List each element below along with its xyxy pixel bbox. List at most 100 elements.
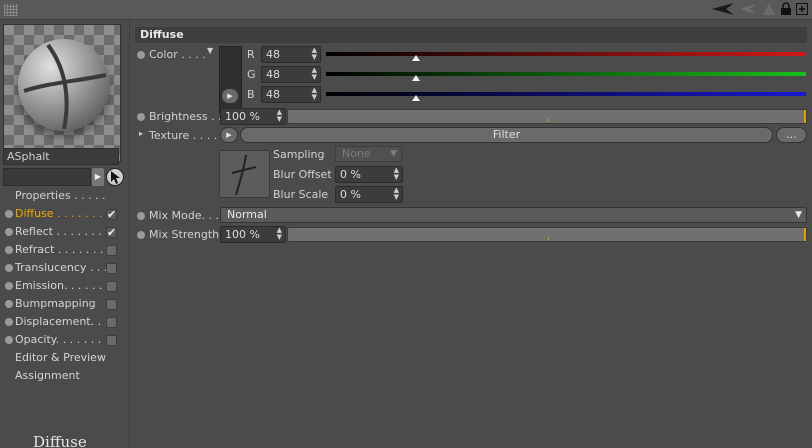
top-toolbar: [0, 0, 812, 20]
toolbar-tools: [712, 2, 808, 16]
color-channel-label: G: [247, 68, 256, 81]
slider-handle-icon[interactable]: [412, 75, 421, 81]
color-channel-value: 48: [266, 88, 280, 101]
mix-mode-label: Mix Mode. . . .: [149, 209, 226, 222]
channel-label: Diffuse . . . . . . . .: [15, 207, 110, 220]
sampling-chevron-down-icon: ▼: [390, 149, 397, 159]
channel-label: Editor & Preview: [15, 351, 106, 364]
channel-checkbox[interactable]: [106, 317, 117, 328]
texture-more-button[interactable]: ...: [776, 127, 807, 143]
texture-thumbnail[interactable]: [219, 150, 270, 198]
sampling-value: None: [342, 147, 371, 160]
texture-filter-button[interactable]: Filter: [240, 127, 773, 143]
add-panel-icon[interactable]: [796, 2, 808, 16]
channel-item[interactable]: Opacity. . . . . . . .: [3, 331, 127, 349]
color-channel-field[interactable]: 48 ▲ ▼: [261, 46, 321, 63]
channel-checkbox[interactable]: [106, 335, 117, 346]
channel-checkbox[interactable]: [106, 299, 117, 310]
search-arrow-button[interactable]: ▶: [92, 168, 104, 186]
channel-item[interactable]: Editor & Preview: [3, 349, 127, 367]
up-arrow-icon[interactable]: [762, 2, 776, 16]
mix-mode-animate-dot[interactable]: [137, 212, 145, 220]
sampling-dropdown[interactable]: None ▼: [335, 146, 402, 162]
mix-mode-chevron-down-icon: ▼: [795, 210, 802, 220]
channel-checkbox[interactable]: [106, 245, 117, 256]
attributes-panel: Diffuse Color . . . . ▼ ▶ R 48 ▲ ▼ G 48 ▲ ▼ B 48 ▲…: [131, 20, 812, 448]
preview-sphere: [18, 39, 110, 131]
material-preview[interactable]: [3, 24, 121, 162]
stepper-arrows-icon[interactable]: ▲ ▼: [312, 47, 317, 61]
stepper-arrows-icon[interactable]: ▲ ▼: [312, 67, 317, 81]
blur-scale-label: Blur Scale: [273, 188, 329, 201]
channel-checkbox[interactable]: [106, 263, 117, 274]
brightness-animate-dot[interactable]: [137, 113, 145, 121]
channel-label: Emission. . . . . . .: [15, 279, 110, 292]
mix-strength-slider[interactable]: [287, 227, 807, 242]
channel-label: Properties . . . . .: [15, 189, 106, 202]
brightness-field[interactable]: 100 % ▲ ▼: [220, 108, 286, 125]
brightness-slider-tick: [548, 119, 549, 122]
stepper-arrows-icon[interactable]: ▲ ▼: [394, 187, 399, 201]
color-channel-field[interactable]: 48 ▲ ▼: [261, 66, 321, 83]
mix-strength-label: Mix Strength: [149, 228, 220, 241]
mix-mode-dropdown[interactable]: Normal ▼: [220, 207, 807, 223]
stepper-arrows-icon[interactable]: ▲ ▼: [394, 167, 399, 181]
slider-handle-icon[interactable]: [412, 95, 421, 101]
color-channel-label: B: [247, 88, 255, 101]
channel-item[interactable]: Emission. . . . . . .: [3, 277, 127, 295]
color-channel-value: 48: [266, 48, 280, 61]
stepper-arrows-icon[interactable]: ▲ ▼: [277, 109, 282, 123]
stepper-arrows-icon[interactable]: ▲ ▼: [312, 87, 317, 101]
channel-label: Bumpmapping: [15, 297, 96, 310]
color-channel-slider[interactable]: [326, 52, 806, 61]
channel-item[interactable]: Displacement. . .: [3, 313, 127, 331]
blur-offset-label: Blur Offset: [273, 168, 332, 181]
material-name-field[interactable]: ASphalt: [3, 148, 119, 165]
channel-item[interactable]: Diffuse . . . . . . . .: [3, 205, 127, 224]
channel-item[interactable]: Translucency . . .: [3, 259, 127, 277]
channel-label: Opacity. . . . . . . .: [15, 333, 109, 346]
color-expand-button[interactable]: ▶: [221, 88, 239, 104]
channel-item[interactable]: Refract . . . . . . . .: [3, 241, 127, 259]
mix-strength-slider-handle[interactable]: [804, 228, 806, 241]
mix-strength-field[interactable]: 100 % ▲ ▼: [220, 226, 286, 243]
lock-icon[interactable]: [780, 2, 792, 16]
channel-dot-icon: [5, 282, 13, 290]
color-dropdown-arrow-icon[interactable]: ▼: [207, 46, 213, 55]
channel-search-row: ▶: [3, 168, 124, 186]
picker-button[interactable]: [106, 168, 124, 186]
brightness-slider[interactable]: [287, 109, 807, 124]
brightness-label: Brightness . .: [149, 110, 222, 123]
arrow-left-icon[interactable]: [712, 2, 736, 16]
color-channel-slider[interactable]: [326, 72, 806, 81]
channel-item[interactable]: Reflect . . . . . . . .: [3, 223, 127, 242]
sampling-label: Sampling: [273, 148, 325, 161]
texture-collapse-arrow-icon[interactable]: ▸: [139, 129, 143, 138]
blur-scale-value: 0 %: [340, 188, 361, 201]
drag-grip-icon[interactable]: [4, 4, 18, 16]
mix-strength-animate-dot[interactable]: [137, 231, 145, 239]
color-channel-label: R: [247, 48, 255, 61]
slider-handle-icon[interactable]: [412, 55, 421, 61]
channel-checkbox[interactable]: [106, 224, 117, 242]
section-header: Diffuse: [135, 27, 807, 43]
channel-dot-icon: [5, 318, 13, 326]
channel-checkbox[interactable]: [106, 206, 117, 224]
channel-item[interactable]: Assignment: [3, 367, 127, 385]
channel-item[interactable]: Bumpmapping: [3, 295, 127, 313]
channel-item[interactable]: Properties . . . . .: [3, 187, 127, 205]
channel-dot-icon: [5, 210, 13, 218]
blur-offset-field[interactable]: 0 % ▲ ▼: [335, 166, 403, 183]
brightness-slider-handle[interactable]: [804, 110, 806, 123]
color-channel-slider[interactable]: [326, 92, 806, 101]
arrow-faded-icon[interactable]: [740, 2, 758, 16]
channel-search-input[interactable]: [3, 168, 91, 186]
texture-menu-button[interactable]: ▶: [220, 127, 238, 143]
color-channel-field[interactable]: 48 ▲ ▼: [261, 86, 321, 103]
blur-scale-field[interactable]: 0 % ▲ ▼: [335, 186, 403, 203]
channel-dot-icon: [5, 336, 13, 344]
channel-checkbox[interactable]: [106, 281, 117, 292]
color-animate-dot[interactable]: [137, 51, 145, 59]
stepper-arrows-icon[interactable]: ▲ ▼: [277, 227, 282, 241]
mix-mode-value: Normal: [227, 208, 267, 221]
